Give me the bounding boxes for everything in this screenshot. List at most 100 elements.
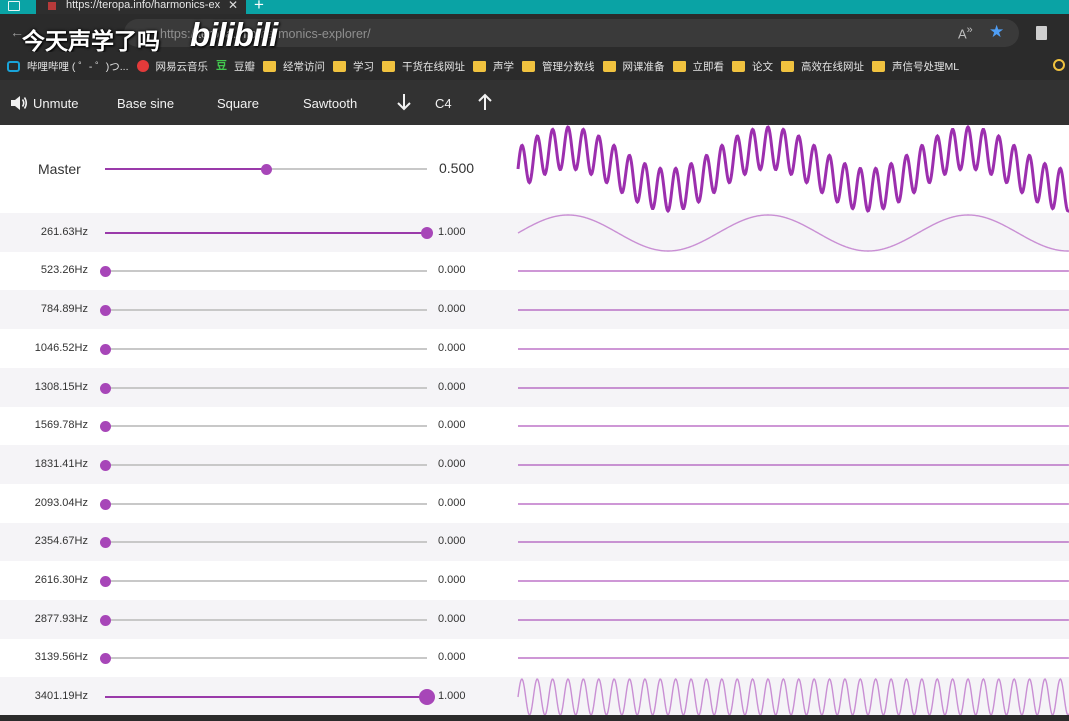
- bookmark-item[interactable]: 声学: [473, 52, 522, 80]
- harmonic-row: 1831.41Hz 0.000: [0, 445, 1069, 484]
- harmonic-frequency: 1308.15Hz: [34, 381, 88, 393]
- slider-track[interactable]: [105, 348, 427, 350]
- harmonic-row: 1046.52Hz 0.000: [0, 329, 1069, 368]
- bookmark-label: 干货在线网址: [402, 60, 465, 73]
- favorite-star-icon[interactable]: ★: [989, 22, 1004, 42]
- slider-thumb[interactable]: [99, 536, 111, 548]
- harmonic-value: 0.000: [438, 303, 466, 315]
- sawtooth-button[interactable]: Sawtooth: [303, 96, 357, 111]
- slider-thumb[interactable]: [260, 163, 272, 175]
- bookmarks-overflow-icon[interactable]: [1053, 59, 1065, 71]
- app-toolbar: Unmute Base sine Square Sawtooth C4: [0, 80, 1069, 125]
- harmonic-frequency: 523.26Hz: [40, 264, 88, 276]
- harmonic-value: 0.000: [438, 613, 466, 625]
- folder-icon: [872, 60, 885, 72]
- slider-thumb[interactable]: [419, 689, 435, 705]
- master-waveform: [516, 124, 1069, 214]
- arrow-down-icon[interactable]: [396, 93, 412, 111]
- slider-track[interactable]: [105, 425, 427, 427]
- harmonic-row: 2093.04Hz 0.000: [0, 484, 1069, 523]
- bookmark-label: 网课准备: [622, 60, 665, 73]
- slider-track[interactable]: [105, 464, 427, 466]
- unmute-button[interactable]: Unmute: [33, 96, 79, 111]
- slider-thumb[interactable]: [99, 459, 111, 471]
- speaker-icon[interactable]: [10, 95, 28, 111]
- video-watermark-text: 今天声学了吗: [22, 28, 160, 54]
- slider-track[interactable]: [105, 696, 427, 698]
- bookmark-label: 声信号处理ML: [892, 60, 960, 73]
- bookmark-item[interactable]: 声信号处理ML: [872, 52, 967, 80]
- bookmark-item[interactable]: 网课准备: [602, 52, 673, 80]
- harmonic-row: 3139.56Hz 0.000: [0, 639, 1069, 677]
- harmonic-frequency: 2354.67Hz: [34, 535, 88, 547]
- slider-track[interactable]: [105, 619, 427, 621]
- harmonic-value: 0.000: [438, 264, 466, 276]
- harmonic-value: 0.000: [438, 342, 466, 354]
- slider-thumb[interactable]: [99, 343, 111, 355]
- harmonic-frequency: 3139.56Hz: [34, 651, 88, 663]
- harmonic-value: 0.000: [438, 497, 466, 509]
- base-sine-button[interactable]: Base sine: [117, 96, 174, 111]
- slider-track[interactable]: [105, 270, 427, 272]
- bilibili-logo: bilibili: [190, 16, 278, 53]
- harmonic-waveform: [518, 348, 1069, 350]
- bookmark-item[interactable]: 哔哩哔哩 ( ゜- ゜)つ...: [0, 52, 137, 80]
- harmonic-value: 1.000: [438, 226, 466, 238]
- bookmark-label: 哔哩哔哩 ( ゜- ゜)つ...: [27, 60, 129, 73]
- folder-icon: [672, 60, 686, 72]
- harmonics-panel: Master 0.500 261.63Hz 1.000 523.26Hz 0.000 784…: [0, 124, 1069, 721]
- browser-tab[interactable]: https://teropa.info/harmonics-ex ✕: [36, 0, 246, 14]
- collections-icon[interactable]: [1036, 26, 1047, 40]
- bookmark-item[interactable]: 高效在线网址: [781, 52, 872, 80]
- slider-thumb[interactable]: [99, 382, 111, 394]
- slider-track[interactable]: [105, 309, 427, 311]
- bookmark-item[interactable]: 学习: [333, 52, 382, 80]
- harmonic-frequency: 1569.78Hz: [34, 419, 88, 431]
- slider-fill: [105, 168, 266, 170]
- read-aloud-icon[interactable]: A»: [958, 24, 973, 41]
- slider-track[interactable]: [105, 503, 427, 505]
- bookmark-item[interactable]: 论文: [732, 52, 781, 80]
- slider-thumb[interactable]: [99, 652, 111, 664]
- arrow-up-icon[interactable]: [477, 93, 493, 111]
- harmonic-waveform: [518, 270, 1069, 272]
- slider-thumb[interactable]: [99, 265, 111, 277]
- bookmark-item[interactable]: 网易云音乐: [136, 52, 217, 80]
- harmonic-row: 2354.67Hz 0.000: [0, 523, 1069, 561]
- bookmark-item[interactable]: 干货在线网址: [382, 52, 473, 80]
- folder-icon: [382, 60, 395, 72]
- slider-track[interactable]: [105, 580, 427, 582]
- slider-track[interactable]: [105, 387, 427, 389]
- slider-thumb[interactable]: [99, 498, 111, 510]
- master-label: Master: [38, 161, 81, 177]
- square-button[interactable]: Square: [217, 96, 259, 111]
- bookmark-label: 管理分数线: [542, 60, 595, 73]
- new-tab-icon[interactable]: +: [254, 0, 264, 13]
- bookmark-label: 经常访问: [283, 60, 325, 73]
- slider-track[interactable]: [105, 657, 427, 659]
- page-bottom-edge: [0, 715, 1069, 721]
- harmonic-frequency: 1046.52Hz: [34, 342, 88, 354]
- bookmark-item[interactable]: 经常访问: [263, 52, 333, 80]
- browser-tab-strip: https://teropa.info/harmonics-ex ✕ +: [0, 0, 1069, 14]
- slider-thumb[interactable]: [99, 614, 111, 626]
- harmonic-row: 784.89Hz 0.000: [0, 290, 1069, 329]
- netease-icon: [136, 60, 149, 72]
- bookmark-item[interactable]: 管理分数线: [522, 52, 603, 80]
- slider-thumb[interactable]: [421, 227, 433, 239]
- folder-icon: [781, 60, 794, 72]
- close-tab-icon[interactable]: ✕: [228, 0, 238, 11]
- harmonic-waveform: [517, 214, 1069, 252]
- harmonic-row: 3401.19Hz 1.000: [0, 677, 1069, 717]
- slider-track[interactable]: [105, 541, 427, 543]
- window-menu-icon[interactable]: [8, 1, 20, 11]
- harmonic-value: 0.000: [438, 458, 466, 470]
- bookmark-item[interactable]: 豆豆瓣: [216, 52, 263, 80]
- slider-thumb[interactable]: [99, 420, 111, 432]
- bookmark-label: 立即看: [692, 60, 725, 73]
- slider-track[interactable]: [105, 232, 427, 234]
- harmonic-waveform: [518, 657, 1069, 659]
- bookmark-item[interactable]: 立即看: [672, 52, 733, 80]
- slider-thumb[interactable]: [99, 304, 111, 316]
- slider-thumb[interactable]: [99, 575, 111, 587]
